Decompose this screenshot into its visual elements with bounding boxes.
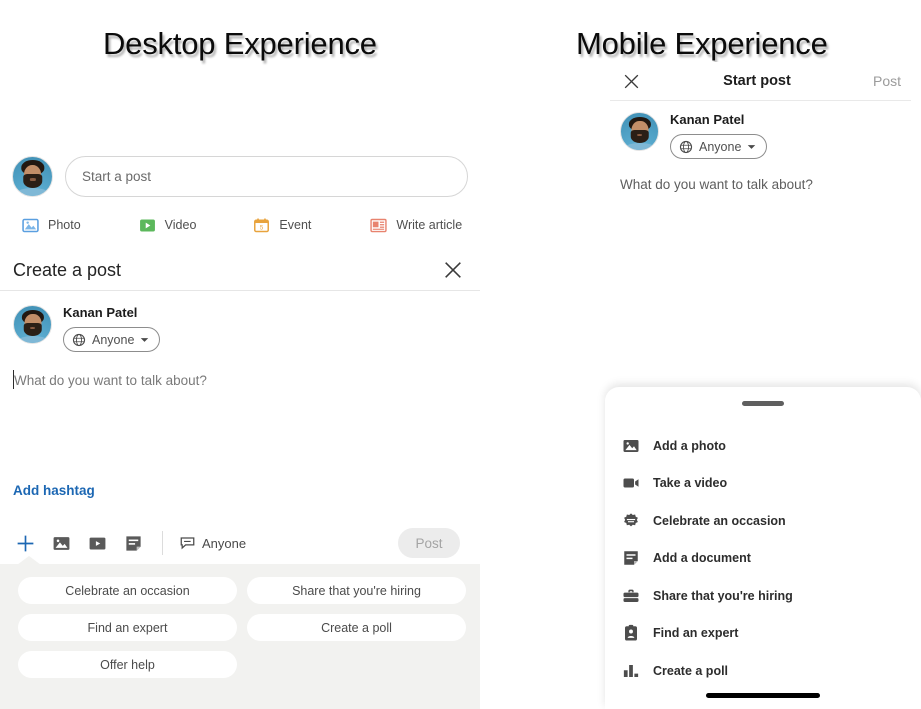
suggestion-chip[interactable]: Share that you're hiring [247, 577, 466, 604]
sheet-item-create-poll[interactable]: Create a poll [622, 652, 902, 690]
mobile-sheet-list: Add a photo Take a video Celebrate an oc… [622, 427, 902, 690]
toolbar-audience-selector[interactable]: Anyone [180, 536, 246, 551]
home-indicator [706, 693, 820, 698]
chevron-down-icon [141, 337, 149, 342]
sheet-item-label: Add a document [653, 551, 751, 566]
avatar-body [15, 335, 50, 343]
composer-placeholder[interactable]: What do you want to talk about? [14, 372, 414, 390]
mobile-author: Kanan Patel Anyone [620, 112, 768, 159]
plus-icon[interactable] [15, 533, 36, 554]
avatar-beard [22, 174, 43, 189]
mobile-post-button[interactable]: Post [873, 73, 901, 89]
avatar-beard [23, 322, 42, 336]
suggestion-tray: Celebrate an occasion Share that you're … [0, 556, 480, 709]
sheet-item-label: Take a video [653, 476, 728, 491]
image-icon[interactable] [52, 534, 71, 553]
quick-action-video[interactable]: Video [139, 217, 197, 234]
close-icon[interactable] [622, 72, 641, 91]
quick-action-article-label: Write article [396, 218, 463, 232]
quick-action-event-label: Event [279, 218, 312, 232]
bar-chart-icon [623, 664, 639, 677]
screenshot-root: Desktop Experience Mobile Experience Sta… [0, 0, 921, 709]
globe-icon [72, 333, 86, 346]
sheet-item-add-photo[interactable]: Add a photo [622, 427, 902, 465]
mobile-author-info: Kanan Patel Anyone [670, 112, 768, 159]
avatar[interactable] [620, 112, 659, 151]
photo-icon [623, 439, 639, 452]
mobile-bottom-sheet: Add a photo Take a video Celebrate an oc… [605, 387, 921, 709]
author-name: Kanan Patel [670, 112, 745, 127]
composer-toolbar: Anyone Post [0, 522, 480, 564]
quick-action-row: Photo Video 5 Event Write article [0, 210, 480, 240]
toolbar-audience-label: Anyone [202, 535, 247, 551]
mobile-section-title: Mobile Experience [576, 26, 828, 61]
suggestion-chip[interactable]: Create a poll [247, 614, 466, 641]
mobile-header-divider [610, 100, 911, 101]
audience-label: Anyone [92, 332, 135, 347]
clipboard-person-icon [625, 625, 637, 641]
desktop-section-title: Desktop Experience [103, 26, 377, 61]
sheet-item-hiring[interactable]: Share that you're hiring [622, 577, 902, 615]
suggestion-chip[interactable]: Find an expert [18, 614, 237, 641]
suggestion-chip[interactable]: Celebrate an occasion [18, 577, 237, 604]
photo-icon [22, 218, 39, 232]
create-post-author: Kanan Patel Anyone [13, 305, 161, 352]
audience-label: Anyone [699, 139, 742, 154]
quick-action-photo[interactable]: Photo [22, 217, 81, 234]
sheet-item-celebrate[interactable]: Celebrate an occasion [622, 502, 902, 540]
tray-pointer-arrow [17, 556, 41, 565]
author-info: Kanan Patel Anyone [63, 305, 161, 352]
briefcase-icon [623, 589, 639, 602]
text-cursor [13, 370, 14, 389]
avatar[interactable] [13, 305, 52, 344]
avatar[interactable] [12, 155, 53, 197]
post-button[interactable]: Post [398, 528, 460, 558]
quick-action-video-label: Video [164, 218, 197, 232]
sheet-item-label: Celebrate an occasion [653, 513, 786, 528]
start-post-row: Start a post [0, 150, 480, 202]
mobile-header: Start post Post [600, 62, 921, 100]
start-post-input[interactable]: Start a post [65, 155, 468, 197]
sheet-item-take-video[interactable]: Take a video [622, 465, 902, 503]
suggestion-chip[interactable]: Offer help [18, 651, 237, 678]
drag-handle[interactable] [742, 401, 784, 406]
sheet-item-label: Add a photo [653, 438, 726, 453]
chevron-down-icon [748, 144, 756, 149]
badge-icon [624, 513, 638, 527]
create-post-title: Create a post [13, 259, 122, 280]
sheet-item-add-document[interactable]: Add a document [622, 540, 902, 578]
toolbar-separator [162, 531, 163, 555]
quick-action-event[interactable]: 5 Event [253, 217, 311, 234]
document-icon[interactable] [124, 534, 143, 553]
quick-action-article[interactable]: Write article [370, 217, 462, 234]
add-hashtag-link[interactable]: Add hashtag [13, 483, 95, 498]
sheet-item-find-expert[interactable]: Find an expert [622, 615, 902, 653]
globe-icon [679, 140, 693, 153]
avatar-beard [630, 129, 649, 143]
mobile-composer-placeholder[interactable]: What do you want to talk about? [620, 177, 813, 192]
suggestion-chip-list: Celebrate an occasion Share that you're … [18, 577, 466, 678]
video-play-icon[interactable] [88, 534, 107, 553]
create-post-divider [0, 290, 480, 291]
comment-bubble-icon [180, 537, 195, 550]
create-post-header: Create a post [0, 250, 480, 290]
audience-selector[interactable]: Anyone [670, 134, 768, 159]
article-icon [370, 218, 388, 232]
document-icon [624, 551, 638, 565]
avatar-body [14, 187, 51, 196]
close-icon[interactable] [442, 259, 464, 281]
sheet-item-label: Share that you're hiring [653, 588, 793, 603]
event-icon: 5 [254, 217, 270, 232]
sheet-item-label: Create a poll [653, 663, 729, 678]
mobile-panel: Start post Post Kanan Patel Anyone What … [600, 62, 921, 709]
quick-action-photo-label: Photo [48, 218, 81, 232]
author-name: Kanan Patel [63, 305, 138, 320]
mobile-header-title: Start post [723, 73, 791, 89]
video-camera-icon [623, 478, 639, 488]
sheet-item-label: Find an expert [653, 626, 739, 641]
desktop-panel: Start a post Photo Video 5 Event Write a… [0, 150, 480, 709]
avatar-body [622, 142, 657, 150]
audience-selector[interactable]: Anyone [63, 327, 161, 352]
video-icon [139, 218, 155, 232]
